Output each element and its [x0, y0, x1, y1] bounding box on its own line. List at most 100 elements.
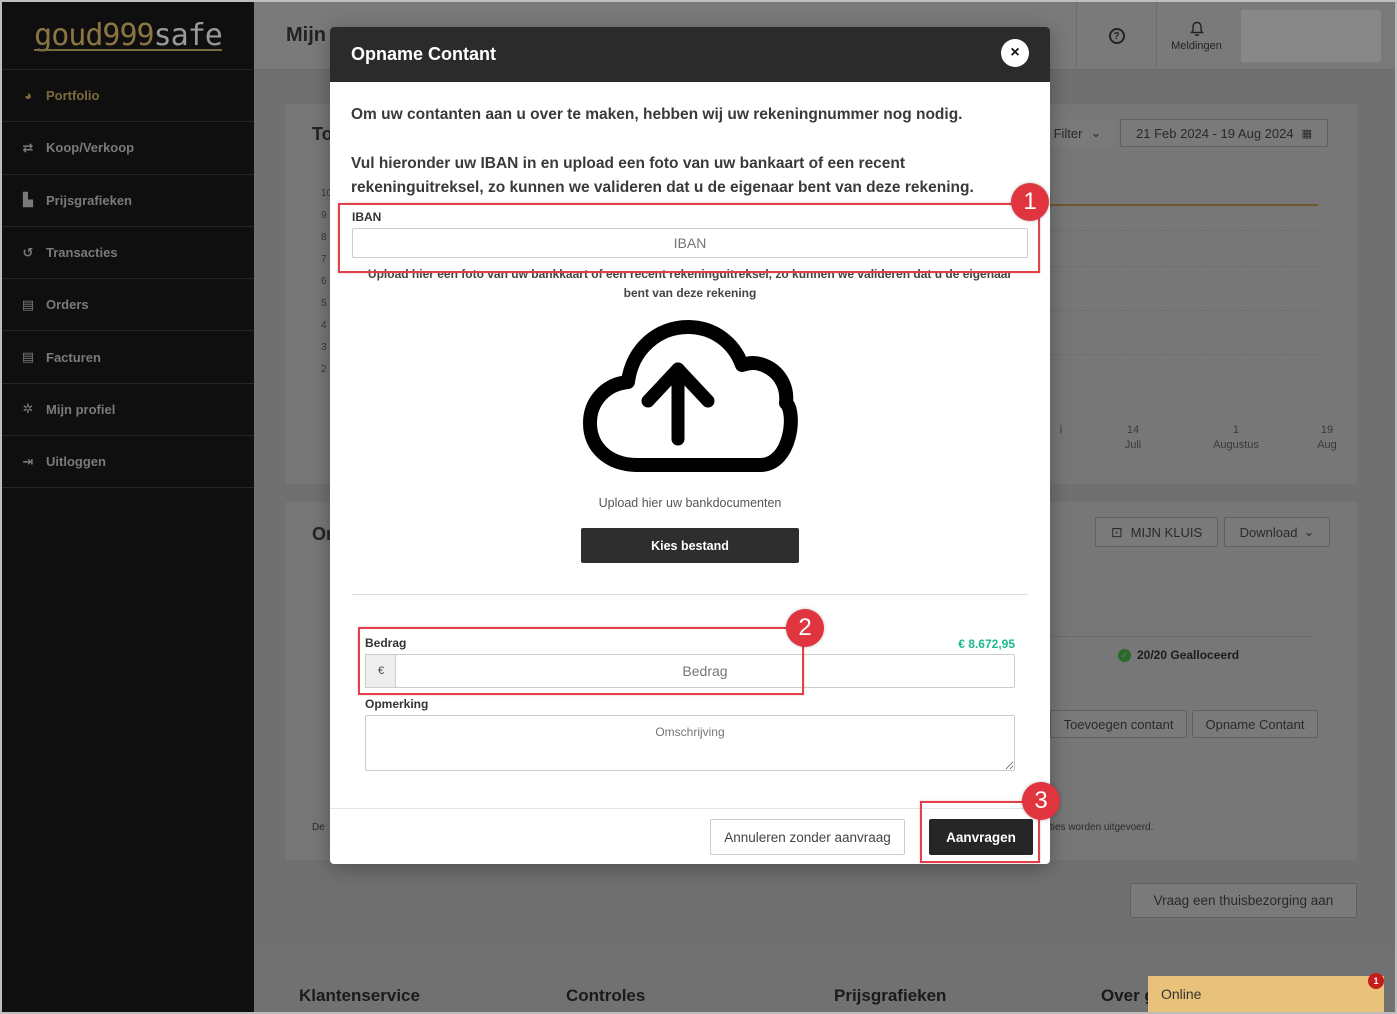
- my-vault-button[interactable]: ⊡ MIJN KLUIS: [1095, 517, 1218, 547]
- sidebar-item-label: Prijsgrafieken: [46, 192, 132, 208]
- filter-label: Filter: [1053, 125, 1083, 141]
- y-tick-label: 10: [321, 188, 330, 199]
- filter-dropdown[interactable]: Filter ⌄: [1040, 119, 1115, 147]
- y-tick-label: 2: [321, 364, 327, 375]
- x-tick-day: 14: [1126, 424, 1140, 436]
- pie-chart-icon: ◕: [24, 88, 32, 104]
- bar-chart-icon: ▙: [23, 192, 33, 208]
- chart-series-line: [1050, 204, 1318, 206]
- date-range-picker[interactable]: 21 Feb 2024 - 19 Aug 2024 ▦: [1120, 119, 1328, 147]
- sidebar-item-koop-verkoop[interactable]: ⇄ Koop/Verkoop: [2, 122, 254, 175]
- remark-label: Opmerking: [365, 697, 429, 711]
- y-tick-label: 4: [321, 320, 327, 331]
- logout-icon: ⇥: [22, 453, 34, 469]
- chevron-down-icon: ⌄: [1090, 125, 1102, 140]
- allocation-label: 20/20 Gealloceerd: [1137, 648, 1240, 662]
- date-range-label: 21 Feb 2024 - 19 Aug 2024: [1136, 125, 1294, 141]
- logo[interactable]: goud999safe: [2, 2, 254, 70]
- iban-input[interactable]: [352, 228, 1028, 258]
- intro-paragraph-2: Vul hieronder uw IBAN in en upload een f…: [351, 155, 974, 196]
- sidebar-item-label: Mijn profiel: [46, 401, 116, 417]
- x-tick-label: i: [1046, 423, 1076, 438]
- divider: [352, 594, 1028, 595]
- x-tick-day: 1: [1232, 424, 1239, 436]
- close-button[interactable]: ×: [1001, 39, 1029, 67]
- annotation-badge-2: 2: [786, 609, 824, 647]
- gridline: [1050, 230, 1318, 231]
- sidebar-item-uitloggen[interactable]: ⇥ Uitloggen: [2, 436, 254, 489]
- y-tick-label: 9: [321, 210, 327, 221]
- upload-help-text: Upload hier een foto van uw bankkaart of…: [367, 267, 1013, 300]
- notifications-button[interactable]: Meldingen: [1156, 2, 1236, 70]
- help-button[interactable]: ?: [1076, 2, 1156, 70]
- x-tick-month: Augustus: [1213, 439, 1259, 451]
- y-tick-label: 7: [321, 254, 327, 265]
- choose-file-button[interactable]: Kies bestand: [581, 528, 799, 563]
- gridline: [1050, 310, 1318, 311]
- withdraw-cash-button[interactable]: Opname Contant: [1192, 710, 1318, 738]
- sidebar-item-transacties[interactable]: ↺ Transacties: [2, 227, 254, 280]
- available-balance: € 8.672,95: [958, 637, 1015, 651]
- submit-button[interactable]: Aanvragen: [929, 819, 1033, 855]
- sidebar-item-label: Koop/Verkoop: [46, 140, 135, 156]
- home-delivery-button[interactable]: Vraag een thuisbezorging aan: [1130, 883, 1357, 918]
- annotation-badge-1: 1: [1011, 183, 1049, 221]
- page-title: Mijn: [286, 24, 326, 46]
- footnote-left: De: [312, 822, 325, 833]
- footer-heading[interactable]: Over g: [1101, 986, 1155, 1006]
- user-avatar[interactable]: [1241, 10, 1381, 62]
- divider: [1050, 636, 1312, 637]
- brand-logo: goud999safe: [34, 18, 223, 53]
- annotation-badge-3: 3: [1022, 782, 1060, 820]
- x-tick-label: 19 Aug: [1312, 423, 1342, 453]
- x-tick-month: Aug: [1317, 439, 1337, 451]
- history-icon: ↺: [22, 244, 34, 260]
- footer-heading[interactable]: Prijsgrafieken: [834, 986, 946, 1006]
- gridline: [1050, 354, 1318, 355]
- footer-heading[interactable]: Klantenservice: [299, 986, 420, 1006]
- sidebar-item-facturen[interactable]: ▤ Facturen: [2, 331, 254, 384]
- sidebar-item-label: Portfolio: [46, 88, 100, 104]
- cloud-upload-icon[interactable]: [578, 319, 802, 479]
- notifications-label: Meldingen: [1171, 39, 1222, 52]
- y-tick-label: 5: [321, 298, 327, 309]
- add-cash-button[interactable]: Toevoegen contant: [1050, 710, 1187, 738]
- withdraw-cash-modal: Opname Contant × Om uw contanten aan u o…: [330, 27, 1050, 864]
- x-tick-month: i: [1059, 424, 1063, 436]
- sidebar-item-label: Uitloggen: [46, 454, 106, 470]
- sidebar-item-label: Facturen: [46, 349, 101, 365]
- chevron-down-icon: ⌄: [1303, 524, 1315, 539]
- download-dropdown[interactable]: Download ⌄: [1224, 517, 1330, 547]
- document-icon: ▤: [21, 296, 35, 312]
- modal-footer-divider: [330, 808, 1050, 809]
- check-circle-icon: ✓: [1118, 648, 1131, 662]
- footer-heading[interactable]: Controles: [566, 986, 645, 1006]
- sidebar-item-label: Transacties: [46, 245, 118, 261]
- footnote-right: ties worden uitgevoerd.: [1050, 822, 1154, 833]
- cancel-button[interactable]: Annuleren zonder aanvraag: [710, 819, 905, 855]
- sidebar-item-mijn-profiel[interactable]: ✲ Mijn profiel: [2, 384, 254, 437]
- amount-input[interactable]: [395, 654, 1015, 688]
- modal-header: Opname Contant ×: [330, 27, 1050, 82]
- sidebar-item-orders[interactable]: ▤ Orders: [2, 279, 254, 332]
- amount-label: Bedrag: [365, 636, 407, 650]
- sidebar-item-portfolio[interactable]: ◕ Portfolio: [2, 70, 254, 123]
- invoice-icon: ▤: [21, 349, 35, 365]
- y-tick-label: 6: [321, 276, 327, 287]
- chat-widget[interactable]: Online: [1148, 976, 1384, 1012]
- download-label: Download: [1239, 524, 1298, 540]
- sidebar-item-label: Orders: [46, 297, 89, 313]
- remark-textarea[interactable]: [365, 715, 1015, 771]
- sidebar-item-prijsgrafieken[interactable]: ▙ Prijsgrafieken: [2, 175, 254, 227]
- intro-paragraph-1: Om uw contanten aan u over te maken, heb…: [351, 106, 963, 123]
- x-tick-day: 19: [1320, 424, 1334, 436]
- exchange-icon: ⇄: [22, 139, 34, 155]
- y-tick-label: 3: [321, 342, 327, 353]
- sidebar: goud999safe ◕ Portfolio ⇄ Koop/Verkoop ▙ Prij…: [2, 2, 254, 1012]
- gridline: [1050, 266, 1318, 267]
- gear-icon: ✲: [22, 401, 34, 417]
- close-icon: ×: [1010, 44, 1020, 61]
- calendar-icon: ▦: [1301, 127, 1312, 140]
- upload-caption: Upload hier uw bankdocumenten: [598, 496, 782, 510]
- modal-intro: Om uw contanten aan u over te maken, heb…: [351, 103, 1031, 200]
